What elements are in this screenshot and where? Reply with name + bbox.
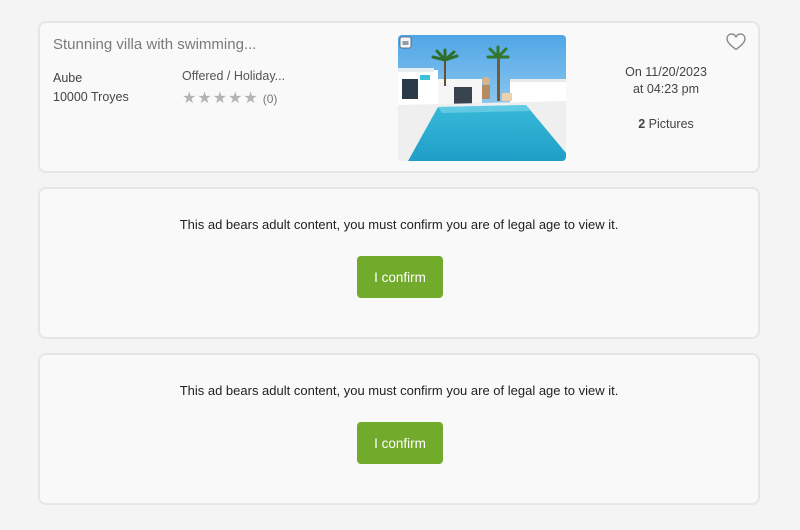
listing-city: 10000 Troyes <box>53 90 129 104</box>
adult-content-message: This ad bears adult content, you must co… <box>179 383 619 398</box>
confirm-age-button[interactable]: I confirm <box>357 256 443 298</box>
listing-title[interactable]: Stunning villa with swimming... <box>53 36 256 53</box>
star-icon: ★ <box>212 90 228 107</box>
rating-stars: ★ ★ ★ ★ ★ (0) <box>182 91 277 107</box>
rating-count: (0) <box>262 92 278 106</box>
adult-content-card: This ad bears adult content, you must co… <box>38 353 760 505</box>
date-line-1: On 11/20/2023 <box>625 65 707 79</box>
pictures-label: Pictures <box>648 117 694 131</box>
star-icon: ★ <box>182 90 197 107</box>
adult-content-message: This ad bears adult content, you must co… <box>179 217 619 232</box>
date-line-2: at 04:23 pm <box>632 82 699 96</box>
pictures-count: 2 Pictures <box>600 117 732 131</box>
pictures-number: 2 <box>638 117 646 131</box>
star-icon: ★ <box>243 90 258 107</box>
listing-region: Aube <box>53 71 83 85</box>
listing-photo[interactable] <box>398 35 566 161</box>
listing-date: On 11/20/2023 at 04:23 pm <box>600 64 732 98</box>
adult-content-card: This ad bears adult content, you must co… <box>38 187 760 339</box>
star-icon: ★ <box>197 90 212 107</box>
listing-card[interactable]: Stunning villa with swimming... Aube 100… <box>38 21 760 173</box>
confirm-age-button[interactable]: I confirm <box>357 422 443 464</box>
star-icon: ★ <box>228 90 243 107</box>
listing-category: Offered / Holiday... <box>182 69 286 83</box>
favorite-heart-icon[interactable] <box>726 33 746 51</box>
listing-location: Aube 10000 Troyes <box>53 69 129 107</box>
